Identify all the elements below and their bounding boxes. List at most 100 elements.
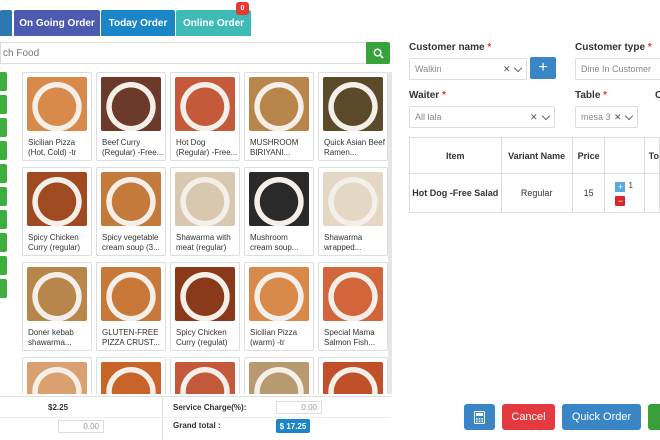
product-image [27, 267, 87, 321]
cancel-button[interactable]: Cancel [502, 404, 555, 430]
product-image [323, 362, 383, 394]
category-item[interactable] [0, 210, 7, 229]
customer-type-label: Customer type * [575, 42, 652, 53]
product-image [249, 172, 309, 226]
increase-qty-button[interactable]: + [615, 182, 626, 192]
product-name: GLUTEN-FREE PIZZA CRUST... [102, 328, 160, 347]
product-image [27, 172, 87, 226]
chevron-down-icon [513, 63, 523, 73]
product-card[interactable] [318, 357, 388, 394]
grand-total-label: Grand total : [173, 421, 221, 430]
online-order-badge: 0 [236, 2, 249, 15]
product-card[interactable]: Beef Curry (Regular) -Free... [96, 72, 166, 161]
waiter-label: Waiter * [409, 90, 446, 101]
clear-icon[interactable]: ✕ [614, 112, 622, 123]
product-card[interactable]: Sicilian Pizza (warm) -tr [244, 262, 314, 351]
product-name: Hot Dog (Regular) -Free... [176, 138, 238, 157]
category-item[interactable] [0, 256, 7, 275]
qty-value: 1 [628, 181, 633, 190]
product-card[interactable]: Hot Dog (Regular) -Free... [170, 72, 240, 161]
col-price: Price [571, 137, 606, 174]
plus-icon: + [538, 59, 548, 76]
product-image [175, 362, 235, 394]
product-image [175, 267, 235, 321]
product-name: Special Mama Salmon Fish... [324, 328, 376, 347]
col-total: To [643, 137, 660, 174]
product-card[interactable]: Shawarma with meat (regular) [170, 167, 240, 256]
table-select[interactable]: mesa 3 ✕ [575, 106, 638, 128]
product-card[interactable]: MUSHROOM BIRIYANI... [244, 72, 314, 161]
col-qty [604, 137, 645, 174]
category-item[interactable] [0, 164, 7, 183]
product-image [175, 172, 235, 226]
calculator-button[interactable] [464, 404, 495, 430]
product-card[interactable] [22, 357, 92, 394]
product-name: Spicy vegetable cream soup (3... [102, 233, 160, 252]
row-price: 15 [571, 173, 606, 213]
product-card[interactable]: Spicy Chicken Curry (regulat) [170, 262, 240, 351]
subtotal-amount: $2.25 [48, 403, 69, 412]
product-name: Shawarma wrapped... [324, 233, 363, 252]
row-variant: Regular [500, 173, 573, 213]
quick-order-button[interactable]: Quick Order [562, 404, 641, 430]
product-name: MUSHROOM BIRIYANI... [250, 138, 299, 157]
product-name: Sicilian Pizza (Hot, Cold) -tr [28, 138, 77, 157]
product-image [323, 267, 383, 321]
product-image [323, 172, 383, 226]
product-name: Sicilian Pizza (warm) -tr [250, 328, 298, 347]
extra-field-label: C [655, 90, 660, 101]
category-item[interactable] [0, 279, 7, 298]
product-card[interactable]: Spicy vegetable cream soup (3... [96, 167, 166, 256]
place-order-button[interactable] [648, 404, 660, 430]
product-card[interactable]: Doner kebab shawarma... [22, 262, 92, 351]
clear-icon[interactable]: ✕ [530, 112, 538, 123]
product-card[interactable]: Mushroom cream soup... [244, 167, 314, 256]
product-card[interactable]: Sicilian Pizza (Hot, Cold) -tr [22, 72, 92, 161]
product-card[interactable]: Shawarma wrapped... [318, 167, 388, 256]
product-name: Quick Asian Beef Ramen... [324, 138, 385, 157]
product-card[interactable] [244, 357, 314, 394]
product-image [101, 267, 161, 321]
product-image [101, 362, 161, 394]
category-item[interactable] [0, 95, 7, 114]
tab-ongoing-order[interactable]: On Going Order [14, 10, 100, 36]
product-card[interactable]: Special Mama Salmon Fish... [318, 262, 388, 351]
tab-new-order[interactable] [0, 10, 12, 36]
category-item[interactable] [0, 141, 7, 160]
search-button[interactable] [366, 42, 390, 64]
product-image [27, 77, 87, 131]
col-variant: Variant Name [500, 137, 573, 174]
waiter-select[interactable]: All lala ✕ [409, 106, 555, 128]
category-item[interactable] [0, 118, 7, 137]
category-item[interactable] [0, 187, 7, 206]
add-customer-button[interactable]: + [530, 57, 556, 79]
tab-online-order[interactable]: Online Order 0 [176, 2, 251, 36]
product-image [249, 77, 309, 131]
product-card[interactable] [96, 357, 166, 394]
product-name: Shawarma with meat (regular) [176, 233, 231, 252]
table-label: Table * [575, 90, 608, 101]
product-image [175, 77, 235, 131]
order-items-table: Item Variant Name Price To Hot Dog -Free… [409, 137, 660, 213]
clear-icon[interactable]: ✕ [503, 64, 511, 75]
grid-scrollbar[interactable] [388, 72, 392, 394]
product-name: Spicy Chicken Curry (regulat) [176, 328, 228, 347]
service-charge-input[interactable]: 0.00 [276, 401, 322, 414]
product-card[interactable]: Spicy Chicken Curry (regular) [22, 167, 92, 256]
product-image [101, 77, 161, 131]
customer-type-select[interactable]: Dine In Customer [575, 58, 660, 80]
tab-today-order[interactable]: Today Order [101, 10, 175, 36]
service-charge-label: Service Charge(%): [173, 403, 247, 412]
category-item[interactable] [0, 233, 7, 252]
category-item[interactable] [0, 72, 7, 91]
decrease-qty-button[interactable]: − [615, 196, 626, 206]
discount-input[interactable]: 0.00 [58, 420, 104, 433]
customer-name-select[interactable]: Walkin ✕ [409, 58, 527, 80]
product-card[interactable] [170, 357, 240, 394]
product-card[interactable]: Quick Asian Beef Ramen... [318, 72, 388, 161]
product-card[interactable]: GLUTEN-FREE PIZZA CRUST... [96, 262, 166, 351]
product-image [101, 172, 161, 226]
row-total [643, 173, 660, 213]
row-item: Hot Dog -Free Salad [409, 173, 502, 213]
search-input[interactable] [0, 42, 366, 64]
